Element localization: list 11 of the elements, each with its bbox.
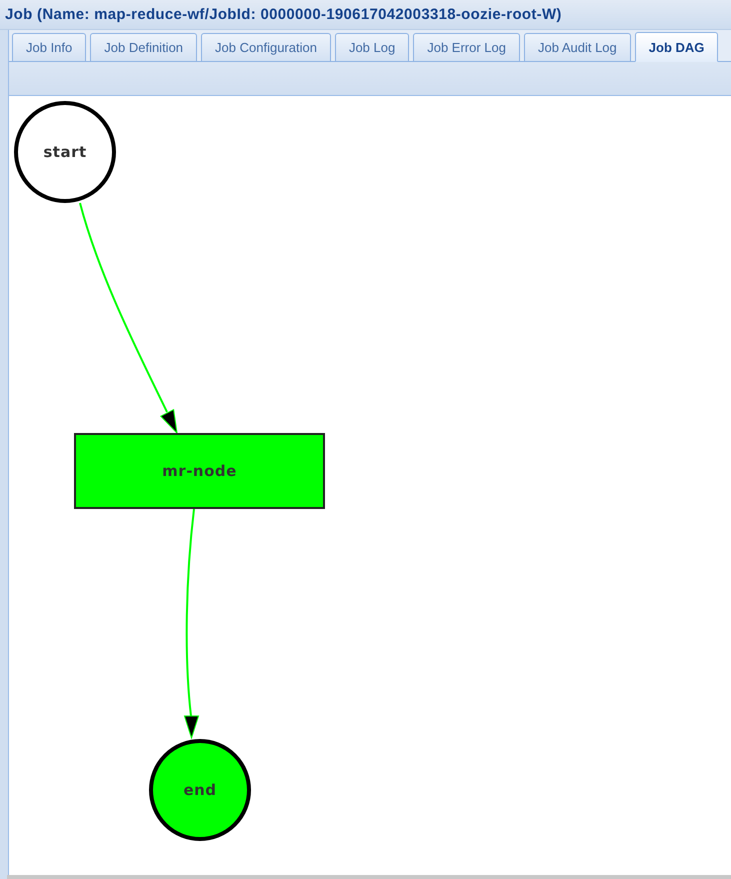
tab[interactable]: Job Configuration — [201, 33, 331, 61]
tab[interactable]: Job Audit Log — [524, 33, 631, 61]
node-label: end — [183, 781, 217, 799]
node-label: mr-node — [162, 462, 237, 480]
tab[interactable]: Job Definition — [90, 33, 198, 61]
tab[interactable]: Job Log — [334, 33, 410, 61]
tab[interactable]: Job DAG — [634, 32, 718, 62]
tab[interactable]: Job Error Log — [413, 33, 520, 61]
window-title: Job (Name: map-reduce-wf/JobId: 0000000-190617042003318-oozie-root-W) — [5, 6, 562, 23]
node-label: start — [43, 143, 87, 161]
tab[interactable]: Job Info — [12, 33, 86, 61]
